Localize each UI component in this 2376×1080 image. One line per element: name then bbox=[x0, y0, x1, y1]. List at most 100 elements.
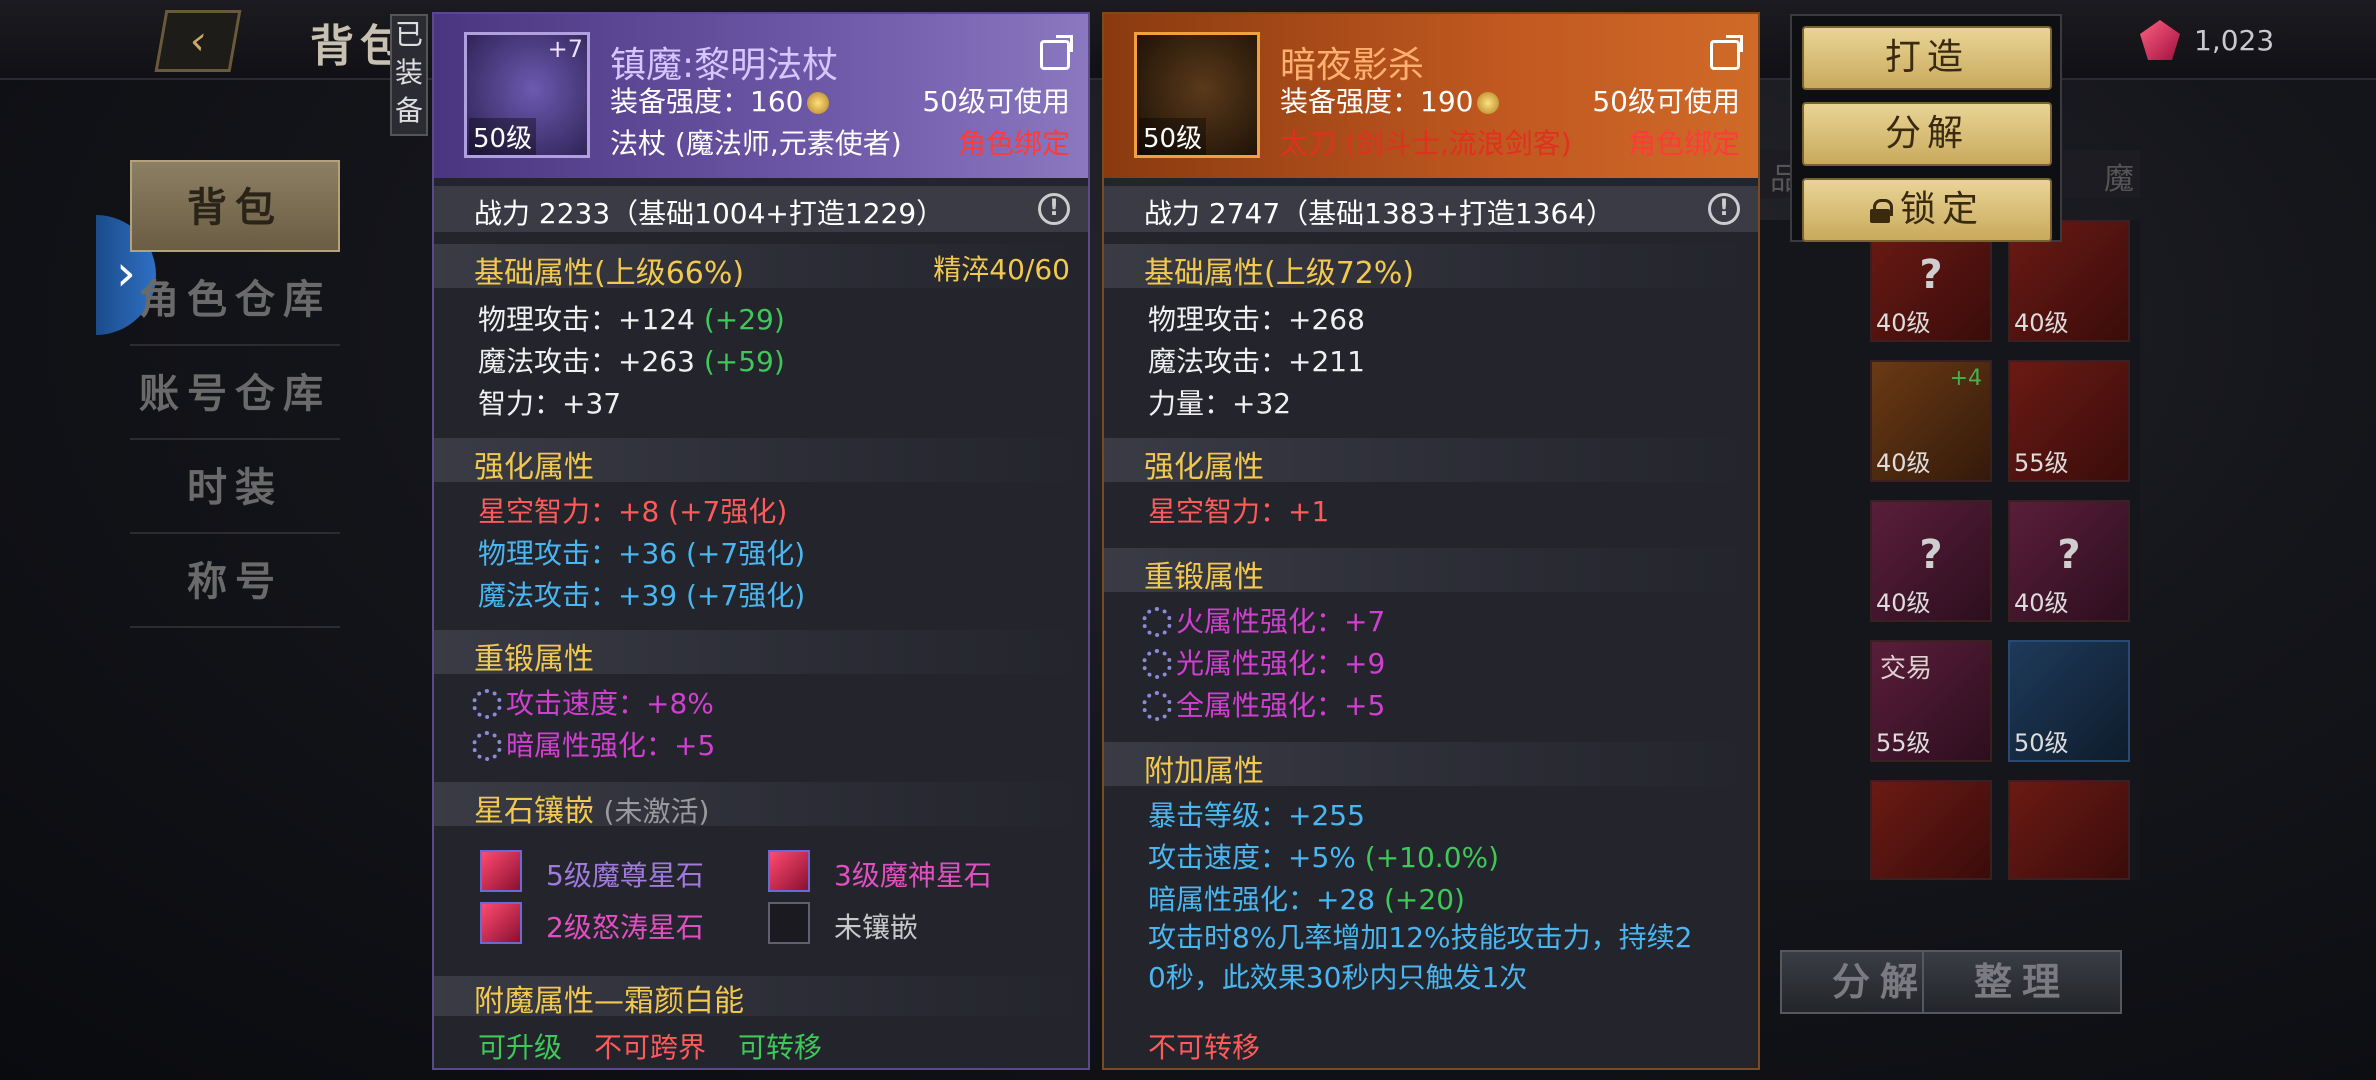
equipped-item-tooltip: +7 50级 镇魔:黎明法杖 装备强度：160 50级可使用 法杖 (魔法师,元… bbox=[432, 12, 1090, 1070]
item-level: 40级 bbox=[1876, 309, 1931, 337]
attr-row: 全属性强化：+5 bbox=[1142, 684, 1385, 724]
enhance-attr-section: 强化属性 bbox=[1104, 438, 1758, 485]
starstone-section: 星石镶嵌 (未激活) bbox=[434, 782, 1088, 829]
item-footer: 不可转移 bbox=[1148, 1026, 1260, 1066]
attr-row: 暗属性强化：+28 (+20) bbox=[1148, 878, 1465, 918]
attr-row: 魔法攻击：+39 (+7强化) bbox=[478, 579, 806, 612]
usable-level: 50级可使用 bbox=[1592, 85, 1740, 118]
back-button[interactable]: ‹ bbox=[154, 10, 242, 72]
section-subtitle: (未激活) bbox=[603, 795, 710, 828]
side-item-bag[interactable]: 背包 bbox=[130, 160, 340, 252]
item-level: 40级 bbox=[2014, 309, 2069, 337]
item-level: 40级 bbox=[2014, 589, 2069, 617]
weapon-class: 法杖 (魔法师,元素使者) bbox=[610, 127, 902, 160]
currency-display: 1,023 bbox=[2140, 20, 2274, 60]
gear-icon bbox=[472, 731, 502, 761]
item-header: 50级 暗夜影杀 装备强度：190 50级可使用 太刀 (剑斗士,流浪剑客) 角… bbox=[1104, 14, 1758, 178]
base-attr-section: 基础属性(上级72%) bbox=[1104, 244, 1758, 291]
power-bar: 战力 2747（基础1383+打造1364） ! bbox=[1104, 186, 1758, 232]
attr-text: 魔法攻击：+263 bbox=[478, 345, 695, 378]
lock-button[interactable]: 锁定 bbox=[1802, 178, 2052, 242]
attr-row: 星空智力：+8 (+7强化) bbox=[478, 495, 788, 528]
inventory-slot[interactable]: 交易 55级 bbox=[1870, 640, 1992, 762]
share-icon[interactable] bbox=[1710, 40, 1740, 70]
section-title: 附加属性 bbox=[1144, 754, 1264, 789]
gear-icon bbox=[1142, 649, 1172, 679]
combat-power: 战力 2747（基础1383+打造1364） bbox=[1144, 197, 1615, 230]
side-item-fashion[interactable]: 时装 bbox=[130, 442, 340, 534]
weapon-class: 太刀 (剑斗士,流浪剑客) bbox=[1280, 127, 1572, 160]
transferable-tag: 可转移 bbox=[738, 1031, 823, 1064]
gear-icon bbox=[472, 689, 502, 719]
attr-row: 魔法攻击：+211 bbox=[1148, 345, 1365, 378]
attr-text: 攻击速度：+8% bbox=[506, 687, 714, 720]
attr-text: 暗属性强化：+28 bbox=[1148, 883, 1376, 916]
side-item-account-storage[interactable]: 账号仓库 bbox=[130, 348, 340, 440]
section-title: 基础属性(上级72%) bbox=[1144, 256, 1415, 291]
share-icon[interactable] bbox=[1040, 40, 1070, 70]
starstone-icon[interactable] bbox=[480, 850, 522, 892]
chevron-left-icon: ‹ bbox=[185, 18, 211, 64]
starstone-icon[interactable] bbox=[480, 902, 522, 944]
info-icon[interactable]: ! bbox=[1038, 193, 1070, 225]
inventory-slot[interactable]: +4 40级 bbox=[1870, 360, 1992, 482]
sort-button[interactable]: 整理 bbox=[1922, 950, 2122, 1014]
effect-description: 攻击时8%几率增加12%技能攻击力，持续2 0秒，此效果30秒内只触发1次 bbox=[1148, 918, 1728, 998]
strength-star-icon bbox=[807, 92, 830, 114]
starstone-label: 5级魔尊星石 bbox=[546, 859, 704, 892]
inventory-slot[interactable] bbox=[2008, 780, 2130, 880]
attr-text: 光属性强化：+9 bbox=[1176, 647, 1386, 680]
section-title: 附魔属性—霜颜白能 bbox=[474, 984, 744, 1019]
item-header: +7 50级 镇魔:黎明法杖 装备强度：160 50级可使用 法杖 (魔法师,元… bbox=[434, 14, 1088, 178]
currency-value: 1,023 bbox=[2194, 23, 2275, 57]
attr-row: 攻击速度：+5% (+10.0%) bbox=[1148, 836, 1499, 876]
starstone-label: 2级怒涛星石 bbox=[546, 911, 704, 944]
attr-text: 物理攻击：+124 bbox=[478, 303, 695, 336]
dismantle-button[interactable]: 分解 bbox=[1802, 102, 2052, 166]
item-level: 55级 bbox=[2014, 449, 2069, 477]
compare-item-tooltip: 50级 暗夜影杀 装备强度：190 50级可使用 太刀 (剑斗士,流浪剑客) 角… bbox=[1102, 12, 1760, 1070]
combat-power: 战力 2233（基础1004+打造1229） bbox=[474, 197, 945, 230]
power-bar: 战力 2233（基础1004+打造1229） ! bbox=[434, 186, 1088, 232]
attr-row: 物理攻击：+36 (+7强化) bbox=[478, 537, 806, 570]
extra-attr-section: 附加属性 bbox=[1104, 742, 1758, 789]
section-title: 强化属性 bbox=[1144, 450, 1264, 485]
side-item-character-storage[interactable]: 角色仓库 bbox=[130, 254, 340, 346]
forge-button[interactable]: 打造 bbox=[1802, 26, 2052, 90]
inventory-slot[interactable]: 55级 bbox=[2008, 360, 2130, 482]
non-transferable-tag: 不可转移 bbox=[1148, 1031, 1261, 1064]
badge-char: 已 bbox=[394, 18, 423, 51]
equip-strength-value: 装备强度：190 bbox=[1280, 85, 1474, 118]
attr-row: 物理攻击：+124 (+29) bbox=[478, 298, 785, 338]
item-level: 55级 bbox=[1876, 729, 1931, 757]
side-item-title[interactable]: 称号 bbox=[130, 536, 340, 628]
inventory-slot[interactable]: ? 40级 bbox=[1870, 500, 1992, 622]
effect-line: 0秒，此效果30秒内只触发1次 bbox=[1148, 961, 1528, 994]
lock-label: 锁定 bbox=[1899, 189, 1984, 230]
section-title-text: 星石镶嵌 bbox=[474, 794, 594, 829]
usable-level: 50级可使用 bbox=[922, 85, 1070, 118]
unknown-item-icon: ? bbox=[1919, 252, 1943, 298]
item-action-panel: 打造 分解 锁定 bbox=[1790, 14, 2062, 242]
section-title: 基础属性(上级66%) bbox=[474, 256, 745, 291]
inventory-slot[interactable] bbox=[1870, 780, 1992, 880]
starstone-label: 3级魔神星石 bbox=[834, 859, 992, 892]
starstone-icon[interactable] bbox=[768, 850, 810, 892]
attr-row: 星空智力：+1 bbox=[1148, 495, 1330, 528]
side-menu: 背包 角色仓库 账号仓库 时装 称号 bbox=[130, 160, 340, 630]
badge-char: 装 bbox=[394, 56, 423, 89]
attr-row: 暴击等级：+255 bbox=[1148, 799, 1365, 832]
inventory-slot[interactable]: ? 40级 bbox=[2008, 500, 2130, 622]
info-icon[interactable]: ! bbox=[1708, 193, 1740, 225]
attr-text: 攻击速度：+5% bbox=[1148, 841, 1356, 874]
attr-row: 物理攻击：+268 bbox=[1148, 303, 1365, 336]
gem-currency-icon[interactable] bbox=[2140, 20, 2180, 60]
refine-value: 精淬40/60 bbox=[933, 253, 1070, 286]
gear-icon bbox=[1142, 691, 1172, 721]
empty-socket-icon[interactable] bbox=[768, 902, 810, 944]
attr-bonus: (+10.0%) bbox=[1364, 841, 1500, 874]
section-title: 星石镶嵌 (未激活) bbox=[474, 786, 709, 830]
item-level: 50级 bbox=[2014, 729, 2069, 757]
enchant-section: 附魔属性—霜颜白能 bbox=[434, 976, 1088, 1019]
inventory-slot[interactable]: 50级 bbox=[2008, 640, 2130, 762]
